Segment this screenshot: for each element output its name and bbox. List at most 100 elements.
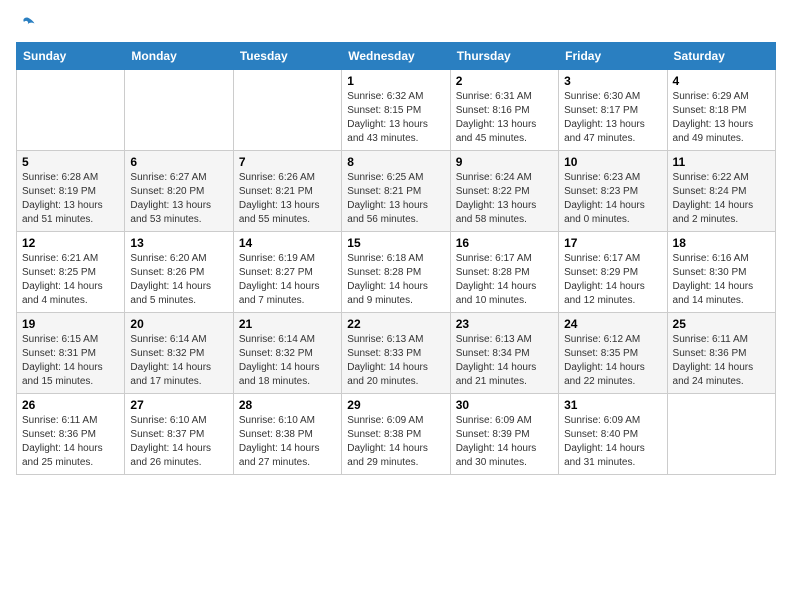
day-number: 12: [22, 236, 119, 250]
day-number: 11: [673, 155, 770, 169]
column-header-friday: Friday: [559, 43, 667, 70]
day-number: 20: [130, 317, 227, 331]
day-info: Sunrise: 6:09 AM Sunset: 8:40 PM Dayligh…: [564, 414, 661, 470]
logo-bird-icon: [18, 16, 36, 34]
day-number: 29: [347, 398, 444, 412]
calendar-cell: 17 Sunrise: 6:17 AM Sunset: 8:29 PM Dayli…: [559, 232, 667, 313]
day-info: Sunrise: 6:27 AM Sunset: 8:20 PM Dayligh…: [130, 171, 227, 227]
calendar-cell: 9Sunrise: 6:24 AM Sunset: 8:22 PM Daylig…: [450, 151, 558, 232]
day-number: 6: [130, 155, 227, 169]
calendar-cell: [125, 70, 233, 151]
day-number: 18: [673, 236, 770, 250]
day-number: 3: [564, 74, 661, 88]
day-number: 2: [456, 74, 553, 88]
calendar-cell: 2Sunrise: 6:31 AM Sunset: 8:16 PM Daylig…: [450, 70, 558, 151]
calendar-cell: 31 Sunrise: 6:09 AM Sunset: 8:40 PM Dayli…: [559, 394, 667, 475]
calendar-cell: 23 Sunrise: 6:13 AM Sunset: 8:34 PM Dayli…: [450, 313, 558, 394]
day-number: 15: [347, 236, 444, 250]
calendar-cell: 13 Sunrise: 6:20 AM Sunset: 8:26 PM Dayli…: [125, 232, 233, 313]
day-info: Sunrise: 6:10 AM Sunset: 8:37 PM Dayligh…: [130, 414, 227, 470]
day-info: Sunrise: 6:30 AM Sunset: 8:17 PM Dayligh…: [564, 90, 661, 146]
day-info: Sunrise: 6:14 AM Sunset: 8:32 PM Dayligh…: [130, 333, 227, 389]
calendar-cell: 29 Sunrise: 6:09 AM Sunset: 8:38 PM Dayli…: [342, 394, 450, 475]
calendar-cell: 21Sunrise: 6:14 AM Sunset: 8:32 PM Dayli…: [233, 313, 341, 394]
day-info: Sunrise: 6:15 AM Sunset: 8:31 PM Dayligh…: [22, 333, 119, 389]
calendar-cell: 27Sunrise: 6:10 AM Sunset: 8:37 PM Dayli…: [125, 394, 233, 475]
day-info: Sunrise: 6:12 AM Sunset: 8:35 PM Dayligh…: [564, 333, 661, 389]
calendar-cell: 16 Sunrise: 6:17 AM Sunset: 8:28 PM Dayli…: [450, 232, 558, 313]
day-info: Sunrise: 6:09 AM Sunset: 8:38 PM Dayligh…: [347, 414, 444, 470]
calendar-cell: 8 Sunrise: 6:25 AM Sunset: 8:21 PM Daylig…: [342, 151, 450, 232]
calendar-cell: 18Sunrise: 6:16 AM Sunset: 8:30 PM Dayli…: [667, 232, 775, 313]
day-info: Sunrise: 6:19 AM Sunset: 8:27 PM Dayligh…: [239, 252, 336, 308]
calendar-cell: 7 Sunrise: 6:26 AM Sunset: 8:21 PM Daylig…: [233, 151, 341, 232]
day-number: 13: [130, 236, 227, 250]
calendar-week-row: 19 Sunrise: 6:15 AM Sunset: 8:31 PM Dayli…: [17, 313, 776, 394]
day-info: Sunrise: 6:29 AM Sunset: 8:18 PM Dayligh…: [673, 90, 770, 146]
day-number: 31: [564, 398, 661, 412]
calendar-cell: 20 Sunrise: 6:14 AM Sunset: 8:32 PM Dayli…: [125, 313, 233, 394]
calendar-cell: 10 Sunrise: 6:23 AM Sunset: 8:23 PM Dayli…: [559, 151, 667, 232]
day-number: 26: [22, 398, 119, 412]
day-number: 22: [347, 317, 444, 331]
day-info: Sunrise: 6:11 AM Sunset: 8:36 PM Dayligh…: [673, 333, 770, 389]
day-info: Sunrise: 6:17 AM Sunset: 8:28 PM Dayligh…: [456, 252, 553, 308]
column-header-thursday: Thursday: [450, 43, 558, 70]
column-header-saturday: Saturday: [667, 43, 775, 70]
calendar-cell: 6 Sunrise: 6:27 AM Sunset: 8:20 PM Daylig…: [125, 151, 233, 232]
day-number: 8: [347, 155, 444, 169]
logo: [16, 16, 36, 30]
day-number: 10: [564, 155, 661, 169]
day-number: 1: [347, 74, 444, 88]
day-number: 5: [22, 155, 119, 169]
day-number: 30: [456, 398, 553, 412]
day-number: 17: [564, 236, 661, 250]
calendar-cell: 30 Sunrise: 6:09 AM Sunset: 8:39 PM Dayli…: [450, 394, 558, 475]
day-info: Sunrise: 6:11 AM Sunset: 8:36 PM Dayligh…: [22, 414, 119, 470]
day-number: 4: [673, 74, 770, 88]
calendar-week-row: 1 Sunrise: 6:32 AM Sunset: 8:15 PM Daylig…: [17, 70, 776, 151]
day-info: Sunrise: 6:20 AM Sunset: 8:26 PM Dayligh…: [130, 252, 227, 308]
day-info: Sunrise: 6:25 AM Sunset: 8:21 PM Dayligh…: [347, 171, 444, 227]
day-info: Sunrise: 6:18 AM Sunset: 8:28 PM Dayligh…: [347, 252, 444, 308]
calendar-week-row: 12 Sunrise: 6:21 AM Sunset: 8:25 PM Dayli…: [17, 232, 776, 313]
calendar-cell: [17, 70, 125, 151]
calendar-cell: 4 Sunrise: 6:29 AM Sunset: 8:18 PM Daylig…: [667, 70, 775, 151]
day-info: Sunrise: 6:32 AM Sunset: 8:15 PM Dayligh…: [347, 90, 444, 146]
column-header-wednesday: Wednesday: [342, 43, 450, 70]
day-number: 28: [239, 398, 336, 412]
calendar-cell: 24 Sunrise: 6:12 AM Sunset: 8:35 PM Dayli…: [559, 313, 667, 394]
day-info: Sunrise: 6:09 AM Sunset: 8:39 PM Dayligh…: [456, 414, 553, 470]
day-info: Sunrise: 6:13 AM Sunset: 8:34 PM Dayligh…: [456, 333, 553, 389]
day-info: Sunrise: 6:26 AM Sunset: 8:21 PM Dayligh…: [239, 171, 336, 227]
day-number: 24: [564, 317, 661, 331]
calendar-cell: 11 Sunrise: 6:22 AM Sunset: 8:24 PM Dayli…: [667, 151, 775, 232]
column-header-tuesday: Tuesday: [233, 43, 341, 70]
calendar-cell: [667, 394, 775, 475]
day-info: Sunrise: 6:21 AM Sunset: 8:25 PM Dayligh…: [22, 252, 119, 308]
calendar-cell: 3 Sunrise: 6:30 AM Sunset: 8:17 PM Daylig…: [559, 70, 667, 151]
calendar-cell: [233, 70, 341, 151]
day-info: Sunrise: 6:23 AM Sunset: 8:23 PM Dayligh…: [564, 171, 661, 227]
calendar-cell: 22 Sunrise: 6:13 AM Sunset: 8:33 PM Dayli…: [342, 313, 450, 394]
calendar-cell: 28Sunrise: 6:10 AM Sunset: 8:38 PM Dayli…: [233, 394, 341, 475]
day-info: Sunrise: 6:17 AM Sunset: 8:29 PM Dayligh…: [564, 252, 661, 308]
day-number: 16: [456, 236, 553, 250]
calendar-cell: 26 Sunrise: 6:11 AM Sunset: 8:36 PM Dayli…: [17, 394, 125, 475]
calendar-cell: 1 Sunrise: 6:32 AM Sunset: 8:15 PM Daylig…: [342, 70, 450, 151]
calendar-week-row: 26 Sunrise: 6:11 AM Sunset: 8:36 PM Dayli…: [17, 394, 776, 475]
day-number: 19: [22, 317, 119, 331]
day-info: Sunrise: 6:28 AM Sunset: 8:19 PM Dayligh…: [22, 171, 119, 227]
column-header-monday: Monday: [125, 43, 233, 70]
calendar-week-row: 5 Sunrise: 6:28 AM Sunset: 8:19 PM Daylig…: [17, 151, 776, 232]
day-info: Sunrise: 6:13 AM Sunset: 8:33 PM Dayligh…: [347, 333, 444, 389]
day-number: 7: [239, 155, 336, 169]
column-header-sunday: Sunday: [17, 43, 125, 70]
day-number: 23: [456, 317, 553, 331]
day-info: Sunrise: 6:24 AM Sunset: 8:22 PM Dayligh…: [456, 171, 553, 227]
page-header: [16, 16, 776, 30]
day-info: Sunrise: 6:14 AM Sunset: 8:32 PM Dayligh…: [239, 333, 336, 389]
day-info: Sunrise: 6:22 AM Sunset: 8:24 PM Dayligh…: [673, 171, 770, 227]
calendar-cell: 14Sunrise: 6:19 AM Sunset: 8:27 PM Dayli…: [233, 232, 341, 313]
calendar-cell: 12 Sunrise: 6:21 AM Sunset: 8:25 PM Dayli…: [17, 232, 125, 313]
